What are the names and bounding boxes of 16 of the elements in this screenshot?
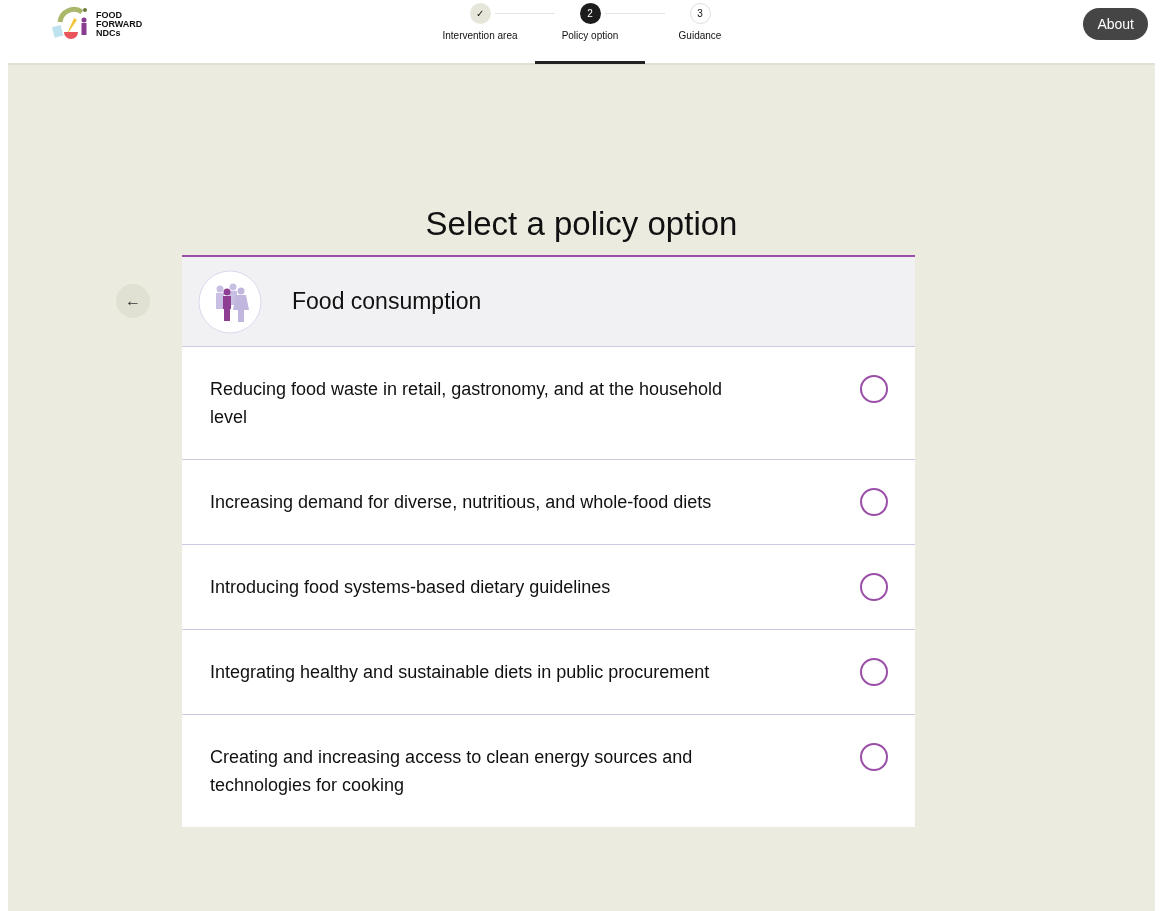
about-button[interactable]: About (1083, 8, 1148, 40)
radio-button[interactable] (860, 488, 888, 516)
radio-button[interactable] (860, 658, 888, 686)
radio-button[interactable] (860, 375, 888, 403)
logo-text: FOOD (96, 10, 123, 20)
step-marker: 2 (579, 3, 601, 24)
step-marker: 3 (689, 3, 711, 24)
page-title: Select a policy option (425, 205, 738, 243)
people-icon (198, 269, 262, 334)
step-marker: ✓ (469, 3, 491, 24)
logo-text: NDCs (96, 28, 122, 38)
radio-button[interactable] (860, 573, 888, 601)
back-button[interactable]: ← (116, 284, 150, 318)
category-title: Food consumption (292, 288, 482, 315)
radio-button[interactable] (860, 743, 888, 771)
logo-text: FORWARD (96, 19, 143, 29)
